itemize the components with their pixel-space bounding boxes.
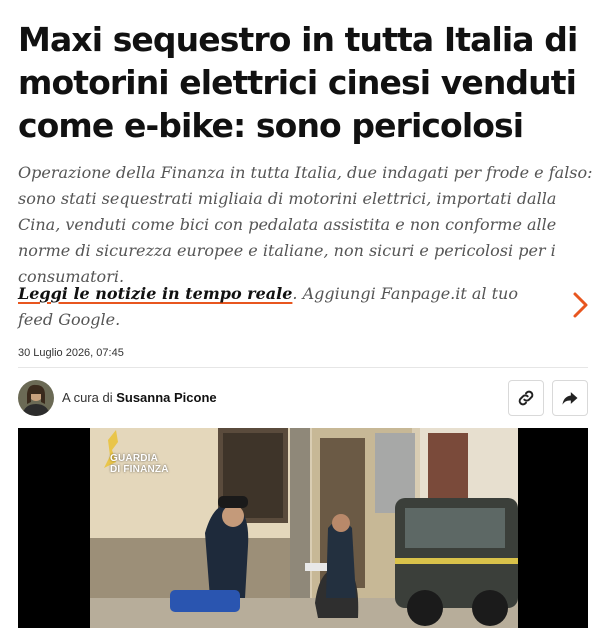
link-icon [518, 390, 534, 406]
live-news-link[interactable]: Leggi le notizie in tempo reale [18, 284, 292, 303]
author-name[interactable]: Susanna Picone [116, 390, 216, 405]
video-player[interactable]: GUARDIA DI FINANZA [18, 428, 588, 628]
article-headline: Maxi sequestro in tutta Italia di motori… [18, 20, 578, 145]
share-button[interactable] [552, 380, 588, 416]
video-frame: GUARDIA DI FINANZA [90, 428, 518, 628]
copy-link-button[interactable] [508, 380, 544, 416]
video-logo-line1: GUARDIA [110, 453, 159, 464]
author-byline: A cura di Susanna Picone [62, 390, 217, 405]
article-summary: Operazione della Finanza in tutta Italia… [18, 163, 593, 286]
publish-date: 30 Luglio 2026, 07:45 [18, 347, 124, 359]
chevron-right-icon[interactable] [570, 290, 592, 320]
share-icon [562, 392, 578, 405]
divider [18, 367, 588, 368]
live-news-cta: Leggi le notizie in tempo reale. Aggiung… [18, 281, 558, 333]
video-logo: GUARDIA DI FINANZA [110, 453, 169, 475]
author-avatar[interactable] [18, 380, 54, 416]
byline-prefix: A cura di [62, 390, 113, 405]
video-logo-line2: DI FINANZA [110, 464, 169, 475]
